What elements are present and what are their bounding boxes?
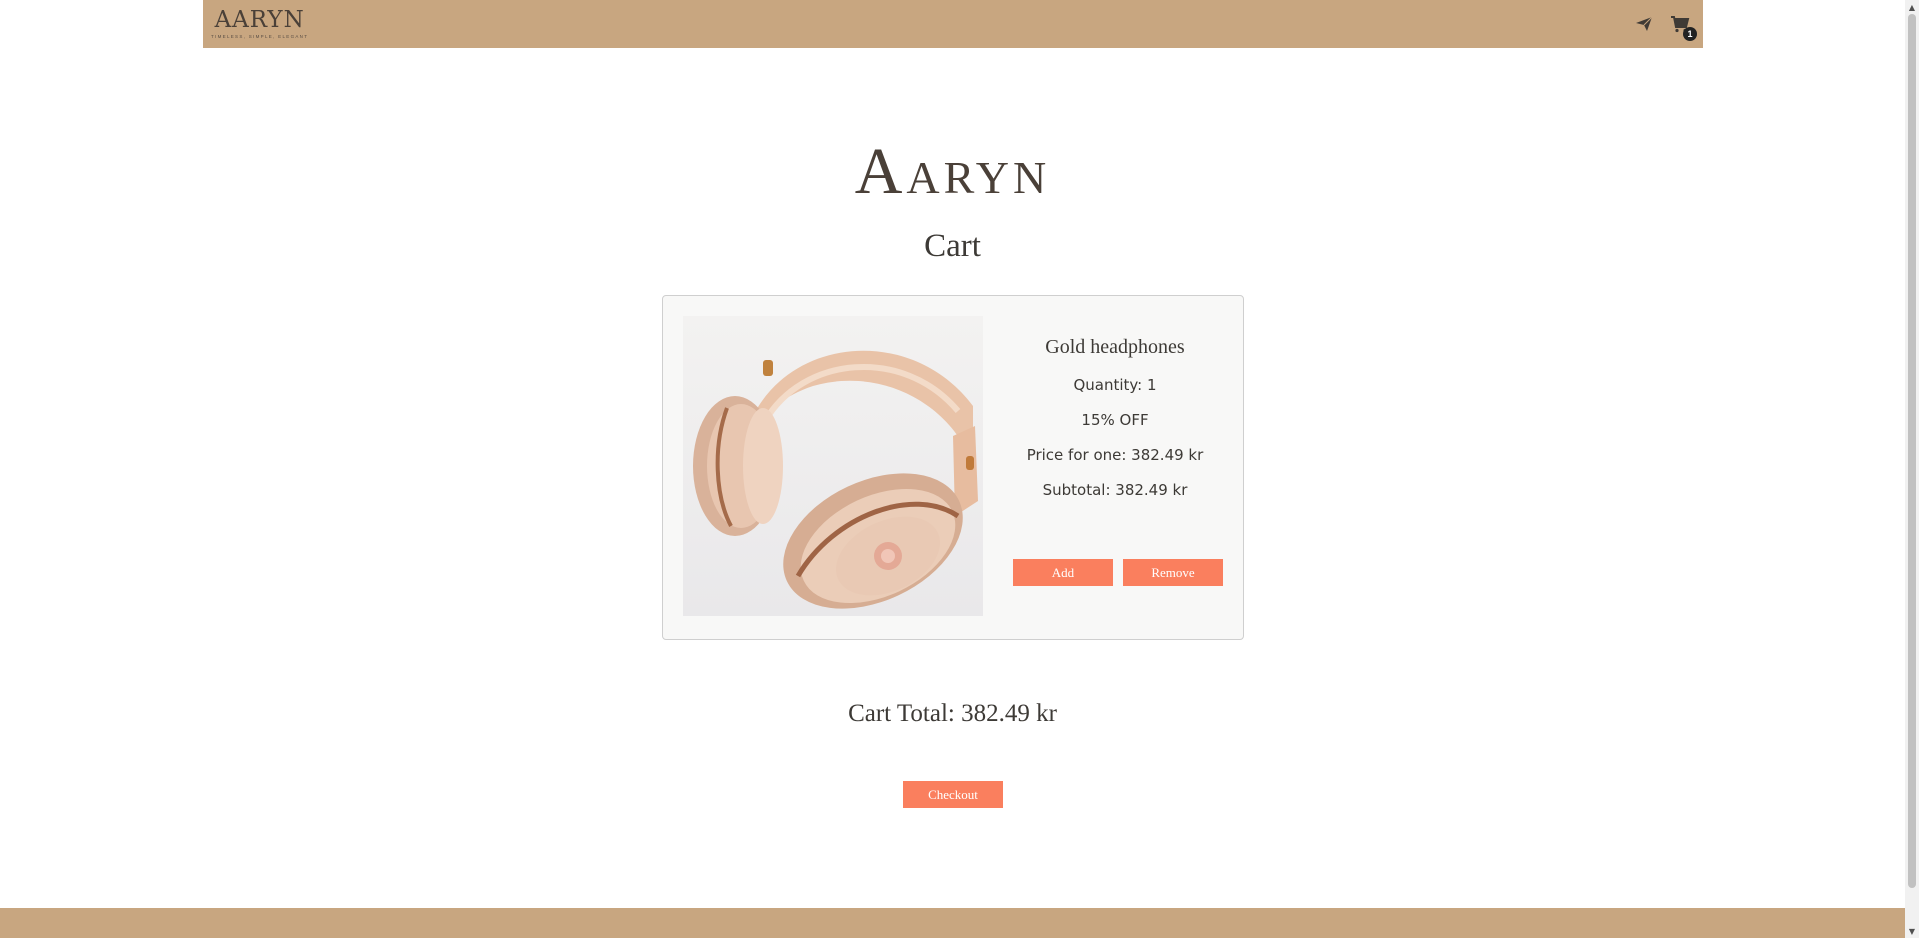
top-navbar: AARYN Timeless, Simple, Elegant 1 [203, 0, 1703, 48]
product-unit-price: Price for one: 382.49 kr [1026, 446, 1204, 464]
cart-total: Cart Total: 382.49 kr [848, 700, 1057, 727]
product-subtotal: Subtotal: 382.49 kr [1042, 481, 1188, 499]
cart-item-card: Gold headphones Quantity: 1 15% OFF Pric… [662, 295, 1244, 640]
checkout-button[interactable]: Checkout [903, 781, 1003, 808]
headphones-illustration [693, 350, 978, 609]
product-actions: Add Remove [1013, 559, 1223, 586]
paper-plane-icon[interactable] [1633, 13, 1655, 35]
remove-button[interactable]: Remove [1123, 559, 1223, 586]
brand-title: Aaryn [854, 135, 1051, 208]
add-button[interactable]: Add [1013, 559, 1113, 586]
nav-icons: 1 [1633, 13, 1697, 41]
scroll-up-arrow-icon[interactable]: ▲ [1905, 0, 1919, 14]
product-info: Gold headphones Quantity: 1 15% OFF Pric… [1001, 316, 1229, 499]
page-title: Cart [924, 228, 981, 264]
product-name: Gold headphones [1045, 336, 1185, 358]
nav-logo-tagline: Timeless, Simple, Elegant [211, 33, 309, 39]
product-quantity: Quantity: 1 [1073, 376, 1157, 394]
shopping-cart-icon[interactable]: 1 [1669, 13, 1697, 41]
product-image [683, 316, 983, 616]
nav-logo-text: AARYN [214, 6, 305, 33]
vertical-scrollbar[interactable]: ▲ ▼ [1905, 0, 1919, 938]
cart-count-badge: 1 [1683, 27, 1697, 41]
footer [0, 908, 1905, 938]
checkout-container: Checkout [903, 781, 1003, 808]
scroll-down-arrow-icon[interactable]: ▼ [1905, 924, 1919, 938]
scrollbar-thumb[interactable] [1908, 14, 1916, 888]
product-discount: 15% OFF [1081, 411, 1149, 429]
nav-logo[interactable]: AARYN Timeless, Simple, Elegant [211, 6, 309, 40]
